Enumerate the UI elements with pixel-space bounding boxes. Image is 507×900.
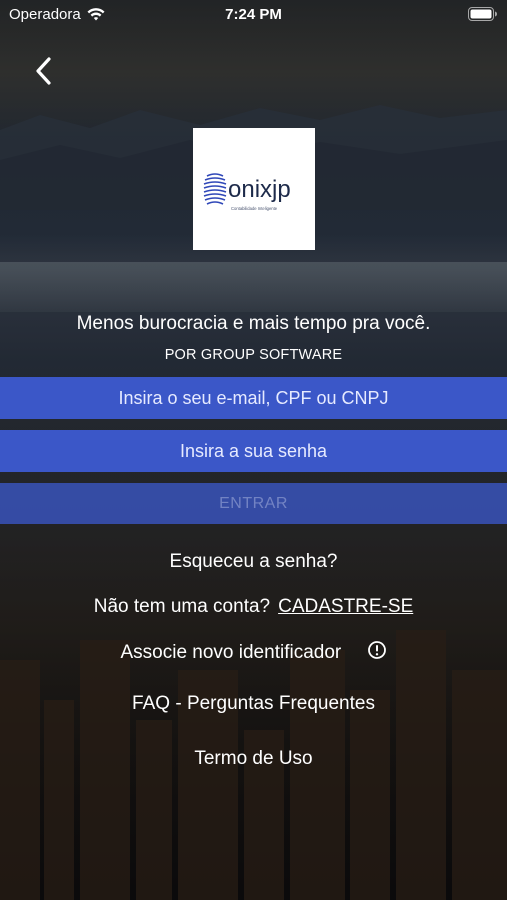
onixjp-logo-graphic: onixjp Contabilidade Inteligente <box>203 173 291 211</box>
no-account-text: Não tem uma conta? <box>93 596 271 617</box>
info-circle-icon[interactable] <box>367 640 387 666</box>
by-line-text: POR GROUP SOFTWARE <box>164 347 343 363</box>
back-button[interactable] <box>30 55 60 87</box>
tagline-text: Menos burocracia e mais tempo pra você. <box>76 313 431 334</box>
associate-identifier-link[interactable]: Associe novo identificador <box>120 642 341 663</box>
svg-text:Contabilidade Inteligente: Contabilidade Inteligente <box>231 206 278 211</box>
forgot-password-link[interactable]: Esqueceu a senha? <box>0 551 507 573</box>
svg-text:onixjp: onixjp <box>228 176 291 203</box>
signup-row: Não tem uma conta? CADASTRE-SE <box>0 596 507 618</box>
email-cpf-cnpj-input[interactable] <box>0 376 507 420</box>
signup-link[interactable]: CADASTRE-SE <box>278 596 413 617</box>
status-time: 7:24 PM <box>225 6 282 23</box>
status-bar: Operadora 7:24 PM <box>0 0 507 28</box>
terms-of-use-link[interactable]: Termo de Uso <box>0 748 507 770</box>
faq-link[interactable]: FAQ - Perguntas Frequentes <box>0 693 507 715</box>
associate-row: Associe novo identificador <box>0 640 507 666</box>
enter-button[interactable]: ENTRAR <box>0 483 507 524</box>
company-logo: onixjp Contabilidade Inteligente <box>193 128 315 250</box>
password-input[interactable] <box>0 429 507 473</box>
battery-icon <box>468 7 497 21</box>
chevron-left-icon <box>36 57 51 85</box>
password-field-container <box>0 429 507 473</box>
email-field-container <box>0 376 507 420</box>
bay-water <box>0 262 507 312</box>
